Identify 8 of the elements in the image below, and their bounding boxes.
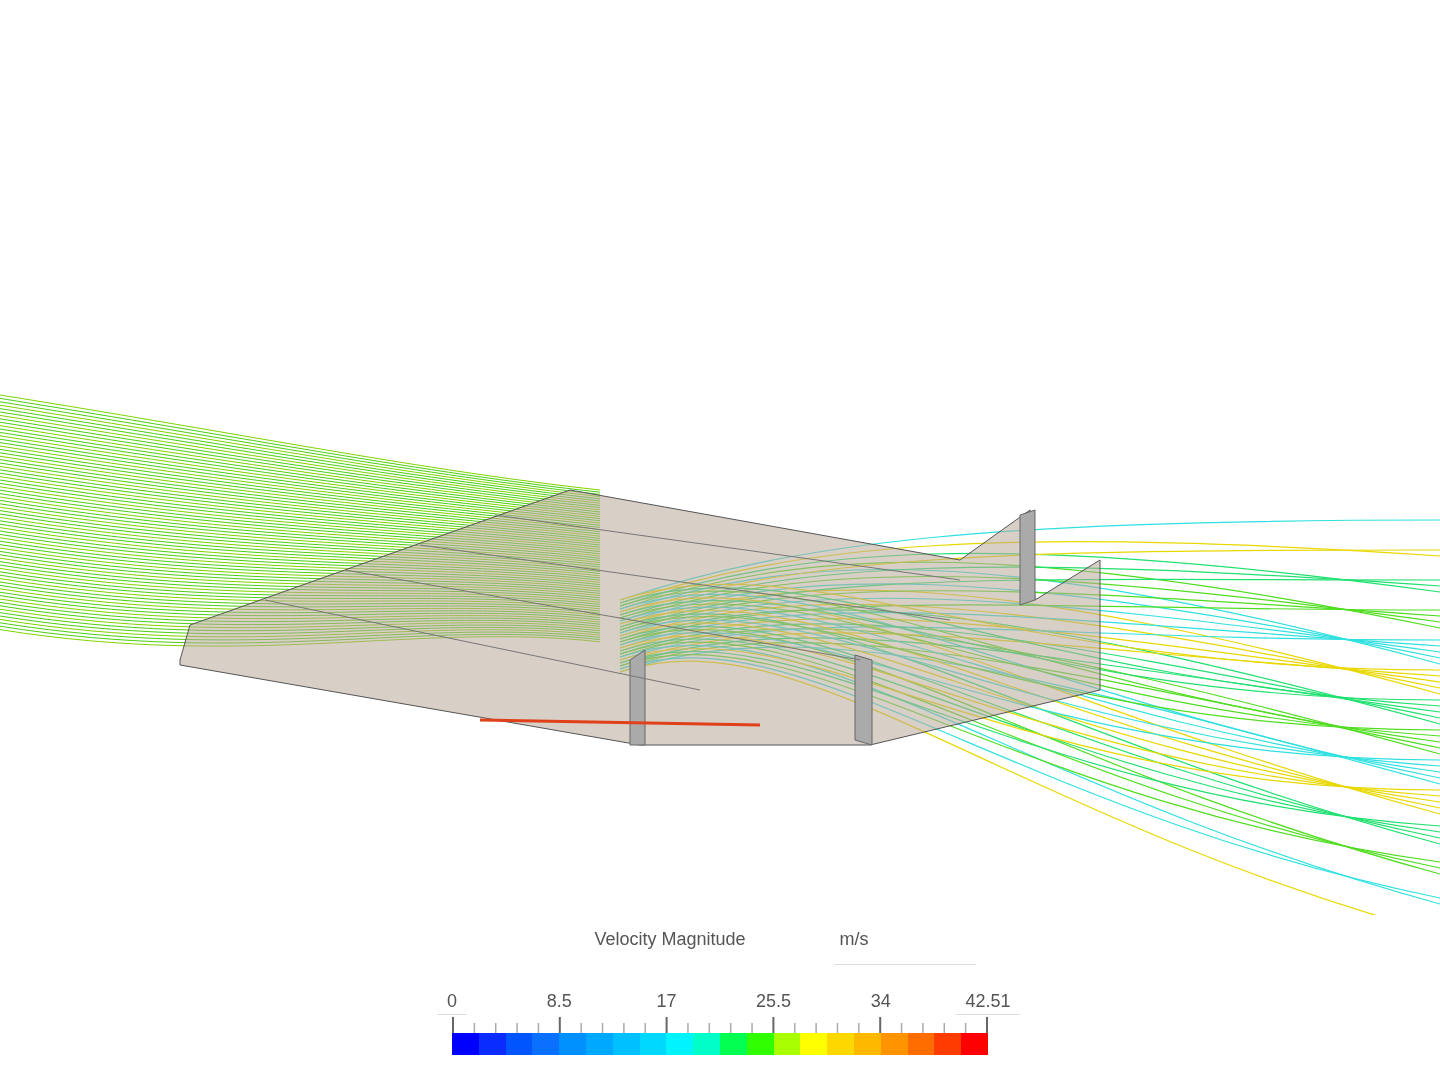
tick-label: 42.51 [955, 991, 1021, 1015]
tick-label: 17 [656, 991, 677, 1012]
tick-label: 8.5 [546, 991, 572, 1012]
tick-label: 34 [870, 991, 891, 1012]
legend-title: Velocity Magnitude [594, 929, 746, 950]
unit-label: m/s [833, 915, 976, 965]
tick-label: 25.5 [756, 991, 792, 1012]
tick-label: 0 [437, 991, 467, 1015]
